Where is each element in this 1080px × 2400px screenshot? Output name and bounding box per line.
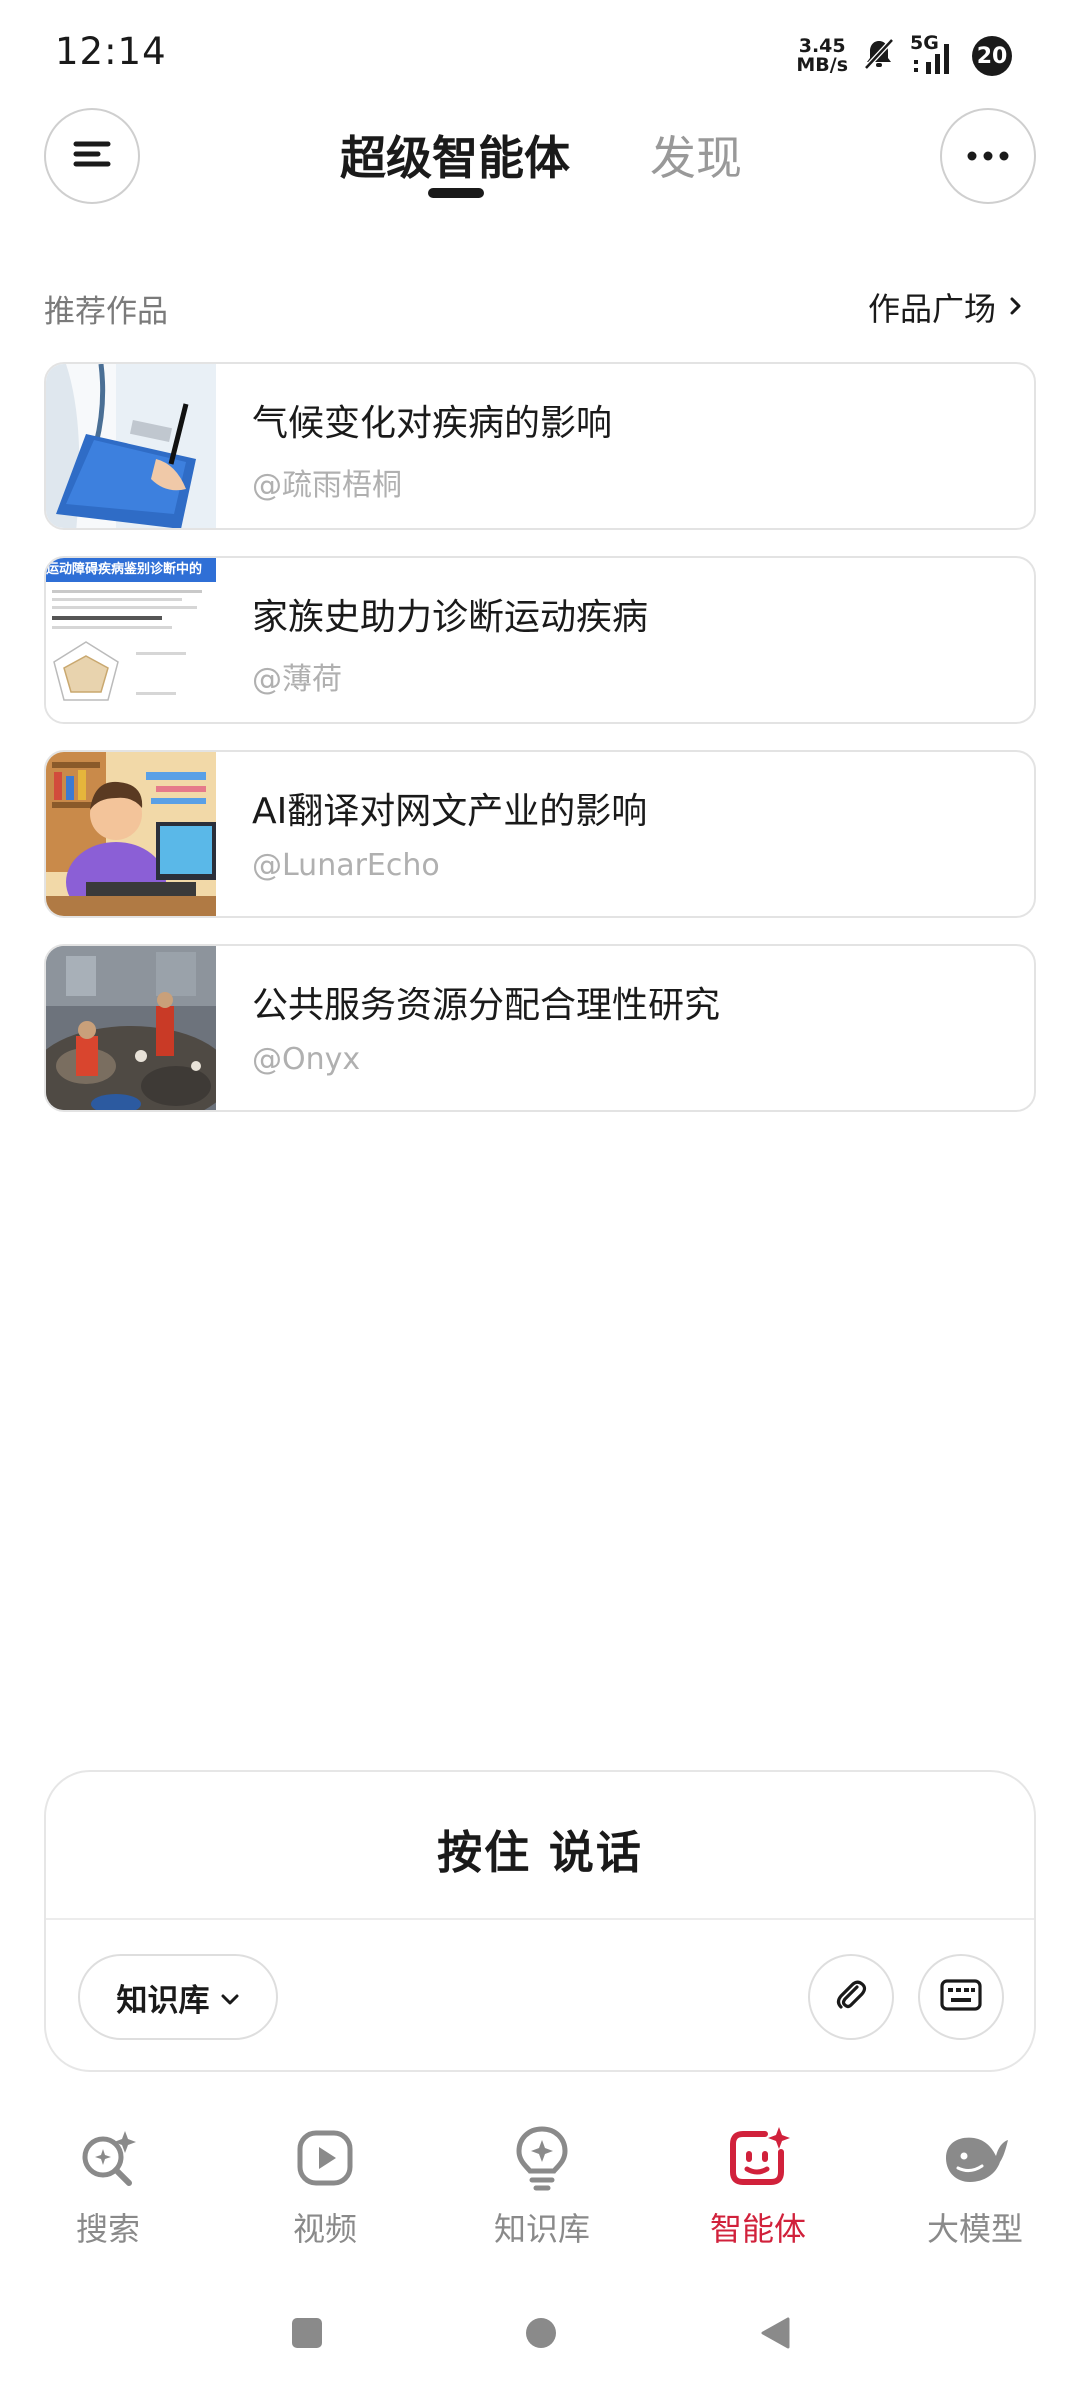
thumbnail-caption: 运动障碍疾病鉴别诊断中的 <box>46 558 216 582</box>
lightbulb-icon <box>462 2122 622 2194</box>
nav-label: 搜索 <box>75 2210 140 2248</box>
works-plaza-link[interactable]: 作品广场 <box>868 284 1024 330</box>
home-button[interactable] <box>524 2316 558 2354</box>
input-panel: 按住 说话 知识库 <box>44 1770 1036 2072</box>
active-tab-indicator <box>428 188 484 198</box>
status-indicators: 3.45 MB/s 5G 20 <box>796 32 1012 78</box>
agent-face-icon <box>678 2122 838 2194</box>
work-card[interactable]: 气候变化对疾病的影响 @疏雨梧桐 <box>44 362 1036 530</box>
knowledge-base-label: 知识库 <box>116 1982 210 2019</box>
network-speed-unit: MB/s <box>796 54 848 76</box>
network-speed: 3.45 MB/s <box>796 37 848 75</box>
whale-icon <box>895 2122 1055 2194</box>
bell-muted-icon <box>862 37 896 75</box>
nav-search[interactable]: 搜索 <box>28 2122 188 2250</box>
notification-badge: 20 <box>972 36 1012 76</box>
nav-label: 智能体 <box>709 2210 806 2248</box>
menu-button[interactable] <box>44 108 140 204</box>
work-card[interactable]: 公共服务资源分配合理性研究 @Onyx <box>44 944 1036 1112</box>
nav-large-model[interactable]: 大模型 <box>895 2122 1055 2250</box>
work-thumbnail: 运动障碍疾病鉴别诊断中的 <box>46 558 216 722</box>
keyboard-icon <box>938 1975 984 2019</box>
more-button[interactable] <box>940 108 1036 204</box>
tab-discover[interactable]: 发现 <box>650 122 742 188</box>
hold-to-talk-button[interactable]: 按住 说话 <box>46 1816 1034 1881</box>
work-author: @薄荷 <box>252 662 342 697</box>
nav-knowledge-base[interactable]: 知识库 <box>462 2122 622 2250</box>
tab-super-agent[interactable]: 超级智能体 <box>340 122 570 188</box>
paperclip-icon <box>831 1975 871 2019</box>
work-card[interactable]: 运动障碍疾病鉴别诊断中的 家族史助力诊断运动疾病 @薄荷 <box>44 556 1036 724</box>
nav-label: 大模型 <box>926 2210 1023 2248</box>
knowledge-base-selector[interactable]: 知识库 <box>78 1954 278 2040</box>
menu-icon <box>70 136 114 176</box>
status-time: 12:14 <box>55 30 167 73</box>
work-thumbnail <box>46 946 216 1110</box>
nav-label: 视频 <box>292 2210 357 2248</box>
work-thumbnail <box>46 752 216 916</box>
work-title: 公共服务资源分配合理性研究 <box>252 985 721 1026</box>
nav-label: 知识库 <box>493 2210 590 2248</box>
recent-apps-button[interactable] <box>290 2316 324 2354</box>
keyboard-button[interactable] <box>918 1954 1004 2040</box>
nav-agent[interactable]: 智能体 <box>678 2122 838 2250</box>
back-button[interactable] <box>758 2316 792 2354</box>
chevron-right-icon <box>1008 288 1024 326</box>
work-title: AI翻译对网文产业的影响 <box>252 791 648 832</box>
search-sparkle-icon <box>28 2122 188 2194</box>
work-title: 家族史助力诊断运动疾病 <box>252 597 649 638</box>
chevron-down-icon <box>220 1979 240 2015</box>
work-thumbnail <box>46 364 216 528</box>
work-title: 气候变化对疾病的影响 <box>252 403 613 444</box>
more-icon <box>965 147 1011 166</box>
works-plaza-label: 作品广场 <box>867 290 996 328</box>
attach-button[interactable] <box>808 1954 894 2040</box>
work-author: @疏雨梧桐 <box>252 468 402 503</box>
signal-icon: 5G <box>910 32 958 76</box>
work-author: @Onyx <box>252 1042 361 1077</box>
nav-video[interactable]: 视频 <box>245 2122 405 2250</box>
section-title: 推荐作品 <box>44 294 168 330</box>
panel-divider <box>46 1918 1034 1920</box>
work-card[interactable]: AI翻译对网文产业的影响 @LunarEcho <box>44 750 1036 918</box>
video-play-icon <box>245 2122 405 2194</box>
work-author: @LunarEcho <box>252 848 440 883</box>
